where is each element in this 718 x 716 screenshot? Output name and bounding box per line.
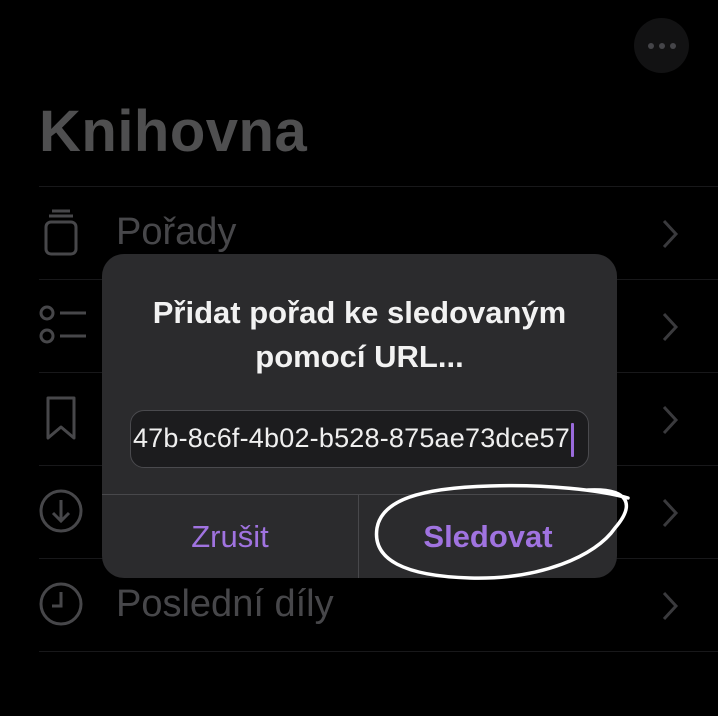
cancel-button[interactable]: Zrušit: [102, 495, 358, 578]
dialog-title: Přidat pořad ke sledovaným pomocí URL...: [152, 295, 567, 374]
url-input[interactable]: 47b-8c6f-4b02-b528-875ae73dce57: [130, 410, 589, 468]
follow-button[interactable]: Sledovat: [359, 495, 617, 578]
text-caret: [571, 423, 574, 457]
add-show-url-dialog: Přidat pořad ke sledovaným pomocí URL...…: [102, 254, 617, 578]
url-input-value: 47b-8c6f-4b02-b528-875ae73dce57: [132, 423, 570, 453]
